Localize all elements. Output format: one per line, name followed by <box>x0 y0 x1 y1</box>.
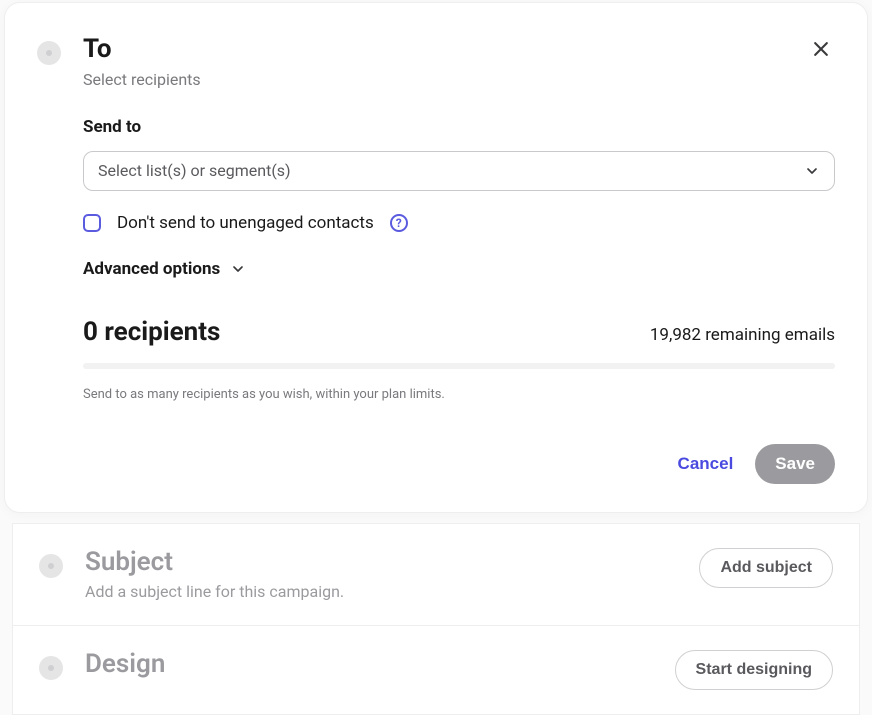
advanced-options-label: Advanced options <box>83 259 220 279</box>
add-subject-button[interactable]: Add subject <box>699 548 833 588</box>
plan-limits-help-text: Send to as many recipients as you wish, … <box>83 387 835 402</box>
status-dot-icon <box>39 554 63 578</box>
status-dot-icon <box>37 41 61 65</box>
design-title: Design <box>85 650 165 679</box>
close-icon <box>811 39 831 59</box>
unengaged-checkbox[interactable] <box>83 214 101 232</box>
subject-subtitle: Add a subject line for this campaign. <box>85 582 344 601</box>
subject-title: Subject <box>85 548 344 577</box>
unengaged-checkbox-label: Don't send to unengaged contacts <box>117 213 374 233</box>
send-to-label: Send to <box>83 117 835 137</box>
subject-section-card: Subject Add a subject line for this camp… <box>12 523 860 627</box>
to-title: To <box>83 35 835 64</box>
status-dot-icon <box>39 656 63 680</box>
close-button[interactable] <box>805 33 837 65</box>
start-designing-button[interactable]: Start designing <box>675 650 833 690</box>
recipients-select-placeholder: Select list(s) or segment(s) <box>98 161 291 180</box>
cancel-button[interactable]: Cancel <box>678 454 734 474</box>
design-section-card: Design Start designing <box>12 626 860 715</box>
chevron-down-icon <box>804 163 820 179</box>
save-button[interactable]: Save <box>755 444 835 484</box>
advanced-options-toggle[interactable]: Advanced options <box>83 259 835 279</box>
recipients-count: 0 recipients <box>83 317 220 347</box>
to-subtitle: Select recipients <box>83 70 835 89</box>
recipients-select[interactable]: Select list(s) or segment(s) <box>83 151 835 191</box>
chevron-down-icon <box>230 261 246 277</box>
to-section-card: To Select recipients Send to Select list… <box>4 2 868 513</box>
recipients-progress-bar <box>83 363 835 369</box>
remaining-emails: 19,982 remaining emails <box>650 325 835 345</box>
help-icon[interactable]: ? <box>390 214 408 232</box>
